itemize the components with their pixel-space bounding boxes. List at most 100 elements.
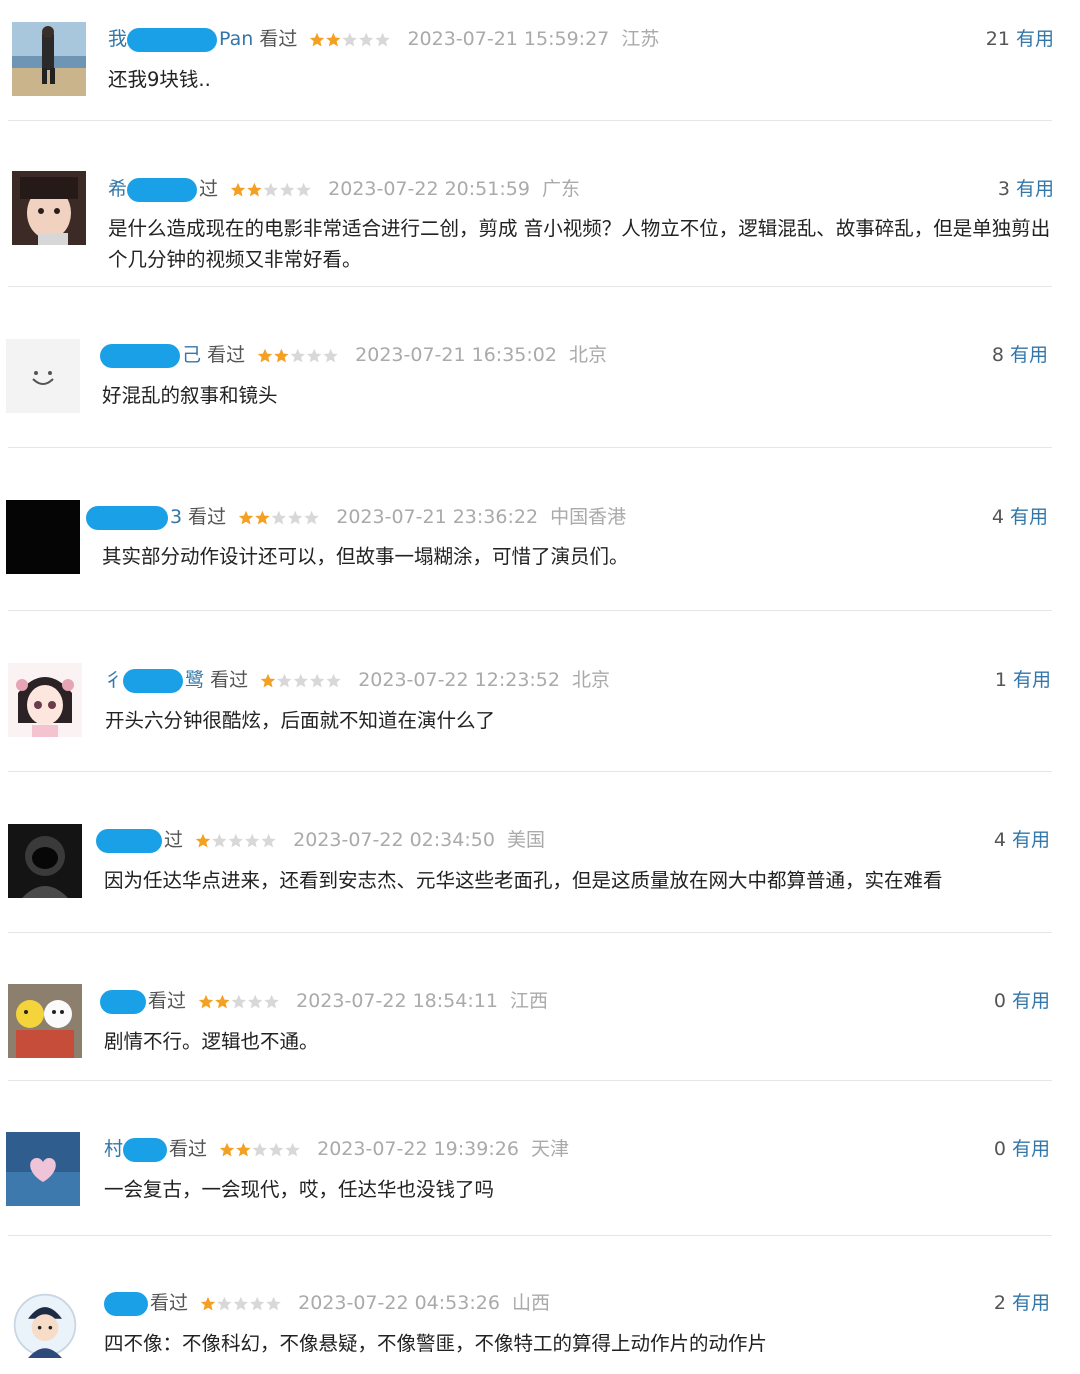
star-empty-icon [304,510,320,524]
star-empty-icon [290,348,306,362]
man-on-beach-avatar[interactable] [12,22,86,96]
comment-item: 村 看过 2023-07-22 19:39:26 天津 0 有用 一会复古，一会现代… [0,1081,1080,1236]
useful-button[interactable]: 有用 [1012,990,1050,1012]
watched-label: 看过 [259,28,298,50]
comment-time: 2023-07-22 12:23:52 [358,669,560,691]
star-empty-icon [307,348,322,362]
user-name-suffix[interactable]: Pan [219,28,253,50]
star-empty-icon [277,673,292,687]
star-filled-icon [255,510,270,524]
star-filled-icon [200,1296,216,1310]
star-empty-icon [250,1296,265,1310]
star-filled-icon [239,510,254,524]
comment-location: 北京 [572,669,611,691]
star-filled-icon [195,833,211,847]
useful-button[interactable]: 有用 [1013,669,1051,691]
comment-time: 2023-07-22 19:39:26 [317,1138,519,1160]
star-empty-icon [233,1296,249,1310]
anime-girl-avatar[interactable] [8,663,82,737]
useful-vote: 4 有用 [994,825,1050,855]
user-name[interactable]: 村 [104,1138,123,1160]
heart-cloud-avatar[interactable] [6,1132,80,1206]
astronaut-avatar[interactable] [8,824,82,898]
vote-count: 4 [991,506,1004,528]
comment-meta: 看过 2023-07-22 18:54:11 江西 [100,986,548,1016]
comment-meta: 3 看过 2023-07-21 23:36:22 中国香港 [86,502,626,532]
comment-text: 一会复古，一会现代，哎，任达华也没钱了吗 [104,1178,495,1201]
comment-time: 2023-07-22 20:51:59 [328,178,530,200]
redaction-mark [127,177,198,202]
user-name[interactable]: 希 [108,178,127,200]
useful-vote: 21 有用 [986,24,1054,54]
comment-meta: 希 过 2023-07-22 20:51:59 广东 [108,174,580,204]
user-name-suffix[interactable]: 3 [170,506,182,528]
comment-time: 2023-07-21 16:35:02 [355,344,557,366]
star-rating [230,182,312,198]
black-avatar[interactable] [6,500,80,574]
watched-label: 看过 [148,990,187,1012]
comment-location: 广东 [541,178,580,200]
user-name-suffix[interactable]: 鹭 [185,669,204,691]
redaction-mark [86,505,168,530]
star-empty-icon [252,1142,268,1156]
useful-button[interactable]: 有用 [1016,28,1054,50]
watched-label: 看过 [169,1138,208,1160]
comment-item: 过 2023-07-22 02:34:50 美国 4 有用 因为任达华点进来，还看… [0,772,1080,933]
useful-button[interactable]: 有用 [1016,178,1054,200]
vote-count: 0 [993,1138,1006,1160]
useful-vote: 0 有用 [994,986,1050,1016]
smiley-avatar[interactable] [6,339,80,413]
star-filled-icon [215,994,230,1008]
comment-item: 3 看过 2023-07-21 23:36:22 中国香港 4 有用 其实部分动作… [0,448,1080,611]
star-filled-icon [247,182,262,196]
useful-button[interactable]: 有用 [1012,1292,1050,1314]
star-empty-icon [375,32,391,46]
user-name-suffix[interactable]: 己 [182,344,201,366]
redaction-mark [123,668,184,693]
redaction-mark [96,828,162,853]
star-empty-icon [359,32,374,46]
toys-avatar[interactable] [8,984,82,1058]
redaction-mark [123,1137,168,1162]
useful-button[interactable]: 有用 [1012,829,1050,851]
comment-location: 中国香港 [550,506,627,528]
child-face-avatar[interactable] [12,171,86,245]
star-filled-icon [219,1142,235,1156]
star-filled-icon [236,1142,251,1156]
star-empty-icon [293,673,309,687]
useful-button[interactable]: 有用 [1010,506,1048,528]
star-filled-icon [326,32,342,46]
vote-count: 1 [994,669,1007,691]
watched-label: 看过 [150,1292,189,1314]
user-name[interactable]: 彳 [104,669,123,691]
comment-item: 我 Pan 看过 2023-07-21 15:59:27 江苏 21 有用 还我9块… [0,0,1080,121]
star-empty-icon [264,994,279,1008]
comment-text: 是什么造成现在的电影非常适合进行二创，剪成 音小视频？人物立不位，逻辑混乱、故事… [108,217,1051,271]
useful-vote: 0 有用 [994,1134,1050,1164]
star-rating [309,32,391,48]
comment-item: 彳 鹭 看过 2023-07-22 12:23:52 北京 1 有用 开头六分钟很酷… [0,611,1080,772]
star-empty-icon [271,510,287,524]
comment-location: 江西 [509,990,548,1012]
useful-vote: 1 有用 [995,665,1051,695]
watched-label: 看过 [210,669,249,691]
police-cartoon-avatar[interactable] [12,1292,78,1358]
comment-location: 江苏 [621,28,660,50]
redaction-mark [127,27,218,52]
comment-text: 因为任达华点进来，还看到安志杰、元华这些老面孔，但是这质量放在网大中都算普通，实… [104,869,943,892]
star-empty-icon [269,1142,284,1156]
star-empty-icon [245,833,260,847]
star-empty-icon [261,833,276,847]
user-name[interactable]: 我 [108,28,127,50]
comment-location: 山西 [511,1292,550,1314]
star-rating [200,1296,282,1312]
vote-count: 4 [993,829,1006,851]
star-empty-icon [343,32,358,46]
useful-button[interactable]: 有用 [1012,1138,1050,1160]
useful-button[interactable]: 有用 [1010,344,1048,366]
useful-vote: 2 有用 [994,1288,1050,1318]
comment-text: 还我9块钱.. [108,68,211,91]
star-filled-icon [260,673,276,687]
useful-vote: 8 有用 [992,340,1048,370]
comment-time: 2023-07-22 18:54:11 [296,990,498,1012]
